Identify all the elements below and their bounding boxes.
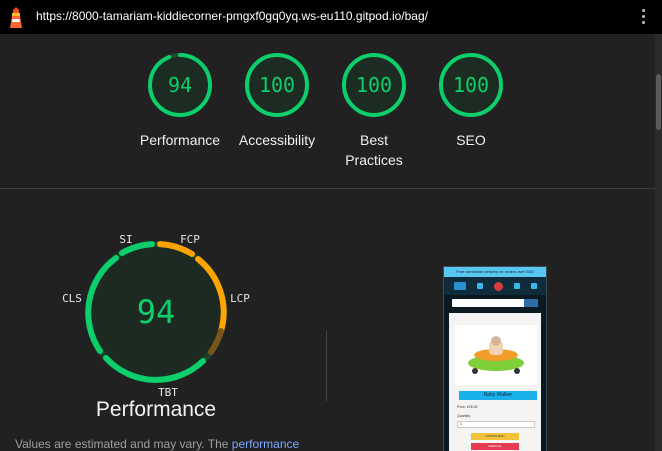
thumb-price: Price: £25.00 (457, 405, 478, 409)
metric-cls-label: CLS (62, 292, 82, 305)
thumb-heart-icon (513, 283, 520, 289)
section-divider (0, 188, 655, 189)
thumb-product-image (455, 325, 537, 385)
scrollbar[interactable] (655, 34, 662, 451)
thumb-search-icon (524, 299, 538, 307)
gauge-label: Best Practices (345, 132, 403, 168)
score-ring-icon: 100 (342, 53, 406, 117)
baby-walker-image-icon (468, 336, 524, 374)
vertical-divider (326, 331, 327, 401)
more-options-icon[interactable] (640, 9, 646, 25)
gauge-label: SEO (456, 132, 486, 148)
thumb-cart-icon (530, 283, 537, 289)
gauge-best-practices[interactable]: 100 Best Practices (319, 52, 429, 170)
lighthouse-logo-icon (10, 7, 22, 28)
thumb-search (452, 299, 538, 307)
thumb-banner: Free worldwide delivery on orders over £… (444, 267, 546, 277)
thumb-qty-field: 1 (457, 421, 535, 428)
score-value: 100 (453, 73, 489, 97)
performance-gauge: SI FCP LCP CLS TBT 94 (62, 233, 250, 399)
gauge-accessibility[interactable]: 100 Accessibility (222, 52, 332, 150)
score-ring-icon: 94 (148, 53, 212, 117)
score-ring-icon: 100 (439, 53, 503, 117)
thumb-body: Baby Walker Price: £25.00 Quantity: 1 UP… (449, 313, 541, 451)
score-value: 94 (168, 73, 192, 97)
thumb-nav (444, 277, 546, 295)
thumb-account-icon (476, 283, 483, 289)
performance-title: Performance (95, 398, 217, 421)
score-value: 100 (356, 73, 392, 97)
scrollbar-thumb[interactable] (656, 74, 661, 130)
metric-fcp-label: FCP (180, 233, 200, 246)
gauge-performance[interactable]: 94 Performance (125, 52, 235, 150)
thumb-remove-button: REMOVE (471, 443, 519, 450)
thumb-menu-icon (453, 282, 466, 290)
gauge-label: Accessibility (238, 132, 316, 148)
url-bar: https://8000-tamariam-kiddiecorner-pmgxf… (0, 0, 662, 34)
performance-link[interactable]: performance (232, 437, 299, 451)
gauge-label: Performance (139, 132, 221, 148)
estimate-text: Values are estimated and may vary. The (15, 437, 229, 451)
thumb-update-button: UPDATE BAG (471, 433, 519, 440)
score-value: 100 (259, 73, 295, 97)
thumb-product-title: Baby Walker (459, 391, 537, 400)
estimate-note: Values are estimated and may vary. The p… (15, 437, 299, 451)
score-ring-icon: 100 (245, 53, 309, 117)
final-screenshot-thumbnail[interactable]: Free worldwide delivery on orders over £… (443, 266, 547, 451)
metric-lcp-label: LCP (230, 292, 250, 305)
performance-score: 94 (137, 293, 176, 331)
thumb-qty-label: Quantity: (457, 414, 472, 418)
gauge-seo[interactable]: 100 SEO (416, 52, 526, 150)
page-url[interactable]: https://8000-tamariam-kiddiecorner-pmgxf… (36, 9, 428, 23)
thumb-logo-icon (493, 281, 503, 291)
metric-si-label: SI (119, 233, 132, 246)
